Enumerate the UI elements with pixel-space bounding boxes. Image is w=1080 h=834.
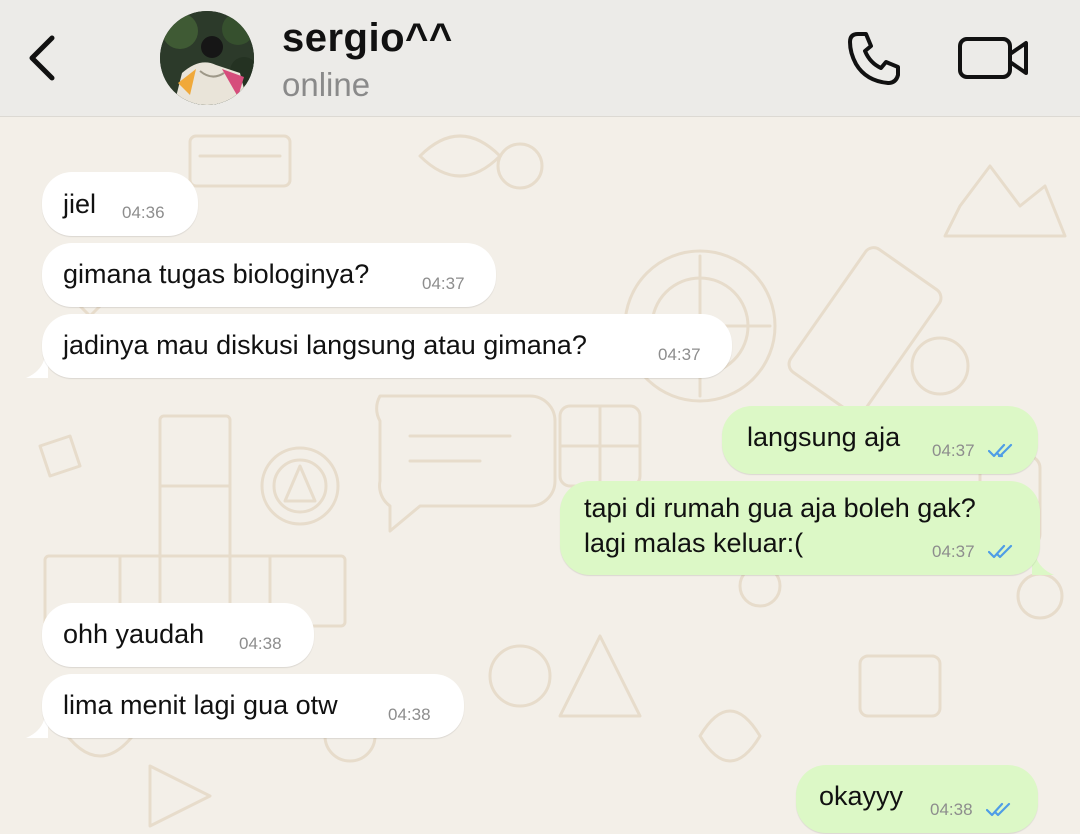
message-text: gimana tugas biologinya? bbox=[63, 259, 370, 289]
message-timestamp: 04:37 bbox=[658, 345, 701, 364]
message-bubble-outgoing[interactable]: tapi di rumah gua aja boleh gak? lagi ma… bbox=[560, 481, 1040, 575]
message-text: okayyy bbox=[819, 781, 904, 811]
phone-icon bbox=[848, 32, 900, 85]
contact-status: online bbox=[282, 66, 371, 103]
message-bubble-incoming[interactable]: gimana tugas biologinya? 04:37 bbox=[42, 243, 496, 307]
message-bubble-outgoing[interactable]: okayyy 04:38 bbox=[796, 765, 1038, 833]
contact-avatar[interactable] bbox=[160, 11, 254, 105]
message-timestamp: 04:37 bbox=[422, 274, 465, 293]
message-text: jadinya mau diskusi langsung atau gimana… bbox=[63, 330, 587, 360]
bubble-tail bbox=[26, 720, 48, 738]
avatar-photo bbox=[160, 11, 254, 105]
message-timestamp: 04:38 bbox=[930, 800, 973, 819]
message-text: langsung aja bbox=[747, 422, 901, 452]
video-camera-icon bbox=[958, 37, 1028, 79]
chat-screen: sergio^^ online jiel 04:36 gimana tugas … bbox=[0, 0, 1080, 834]
contact-name[interactable]: sergio^^ bbox=[282, 16, 453, 61]
chat-header: sergio^^ online bbox=[0, 0, 1080, 117]
double-check-icon bbox=[986, 802, 1011, 817]
bubble-tail bbox=[26, 360, 48, 378]
message-text: jiel bbox=[63, 189, 97, 219]
message-bubble-incoming[interactable]: ohh yaudah 04:38 bbox=[42, 603, 314, 667]
message-bubble-incoming[interactable]: lima menit lagi gua otw 04:38 bbox=[42, 674, 464, 738]
message-bubble-outgoing[interactable]: langsung aja 04:37 bbox=[722, 406, 1038, 474]
message-timestamp: 04:38 bbox=[388, 705, 431, 724]
back-button[interactable] bbox=[20, 28, 64, 88]
video-call-button[interactable] bbox=[950, 26, 1034, 90]
message-bubble-incoming[interactable]: jiel 04:36 bbox=[42, 172, 198, 236]
message-text-line-2: lagi malas keluar:( bbox=[584, 528, 804, 558]
message-timestamp: 04:38 bbox=[239, 634, 282, 653]
chevron-left-icon bbox=[29, 35, 55, 81]
message-bubble-incoming[interactable]: jadinya mau diskusi langsung atau gimana… bbox=[42, 314, 732, 378]
double-check-icon bbox=[988, 544, 1013, 559]
message-timestamp: 04:37 bbox=[932, 441, 975, 460]
double-check-icon bbox=[988, 443, 1013, 458]
message-text: ohh yaudah bbox=[63, 619, 205, 649]
message-text-line-1: tapi di rumah gua aja boleh gak? bbox=[584, 493, 976, 523]
message-text: lima menit lagi gua otw bbox=[63, 690, 338, 720]
message-timestamp: 04:37 bbox=[932, 542, 975, 561]
voice-call-button[interactable] bbox=[838, 26, 908, 90]
message-timestamp: 04:36 bbox=[122, 203, 165, 222]
